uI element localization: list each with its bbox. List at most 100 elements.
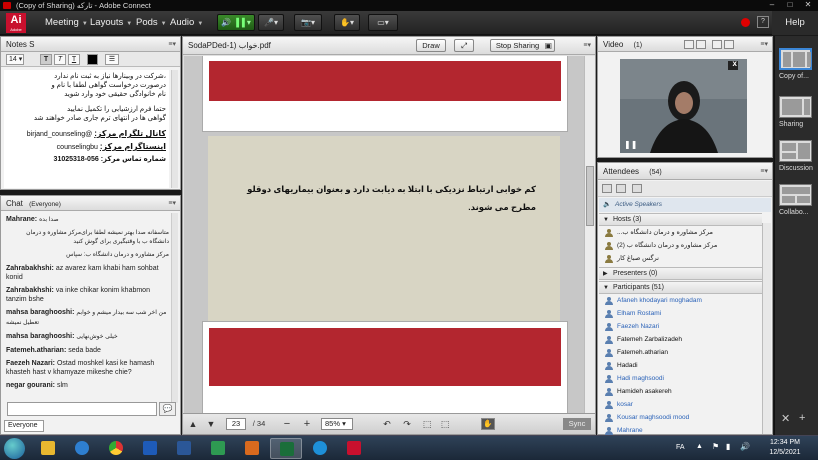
tray-up-arrow-icon[interactable]: ▲ [696,443,703,450]
menu-meeting[interactable]: Meeting ▼ [45,11,88,35]
attendees-scrollbar[interactable] [762,223,771,434]
attendee-participant[interactable]: Hamideh asakereh [599,386,762,398]
video-pause-button[interactable]: ❚❚ [624,140,637,149]
menu-pods[interactable]: Pods ▼ [136,11,167,35]
clock-time[interactable]: 12:34 PM [764,439,806,446]
help-menu[interactable]: Help [772,11,818,35]
help-icon[interactable]: ? [757,16,769,28]
minimize-button[interactable]: – [763,0,781,11]
share-screen-button[interactable]: ▭▾ [368,14,398,31]
chat-send-button[interactable]: 💬 [159,402,176,416]
text-color-button[interactable] [87,54,98,65]
attendee-participant[interactable]: Fatemeh.atharian [599,347,762,359]
zoom-select[interactable]: 85% ▾ [321,418,353,430]
draw-button[interactable]: Draw [416,39,446,52]
chat-recipient-select[interactable]: Everyone [4,420,44,432]
close-button[interactable]: ✕ [799,0,817,11]
page-number-input[interactable]: 23 [226,418,246,430]
fit-width-icon[interactable]: ⬚ [421,418,433,430]
attendee-participant[interactable]: Fatemeh Zarbalizadeh [599,334,762,346]
bullet-list-button[interactable]: ☰ [105,54,119,65]
fit-page-icon[interactable]: ⬚ [439,418,451,430]
hosts-section[interactable]: ▼ Hosts (3) [599,213,762,226]
flag-icon[interactable]: ⚑ [712,442,719,451]
bold-button[interactable]: T [40,54,52,65]
video-feed[interactable]: ❚❚ x [620,59,747,153]
pointer-tool-button[interactable]: ✋ [481,418,495,430]
taskbar-media-player[interactable] [66,438,98,459]
notes-scrollbar[interactable] [171,70,178,188]
recording-status-icon[interactable] [741,18,750,27]
document-scrollbar[interactable] [584,56,595,414]
menu-layouts[interactable]: Layouts ▼ [90,11,132,35]
share-menu-icon[interactable]: ≡▾ [583,37,591,55]
microphone-button[interactable]: 🎤▾ [258,14,284,31]
chat-menu-icon[interactable]: ≡▾ [168,196,176,211]
layout-collaboration[interactable]: Collabo... [779,184,815,216]
volume-icon[interactable]: 🔊 [740,442,750,451]
underline-button[interactable]: T [68,54,80,65]
fullscreen-icon[interactable] [724,40,734,49]
video-close-button[interactable]: x [733,59,737,68]
attendee-participant[interactable]: kosar [599,399,762,411]
start-button[interactable] [4,438,25,459]
attendee-participant[interactable]: Hadadi [599,360,762,372]
notes-menu-icon[interactable]: ≡▾ [168,37,176,52]
stop-sharing-button[interactable]: Stop Sharing ▣ [490,39,555,52]
attendee-host[interactable]: مرکز مشاوره و درمان دانشگاه ب (2) [599,240,762,252]
breakout-icon[interactable] [616,184,626,193]
speaker-button[interactable]: 🔊 ▐▐ ▾ [217,14,255,31]
settings-icon[interactable] [712,40,722,49]
taskbar-app-green[interactable] [202,438,234,459]
add-layout-icon[interactable]: + [799,412,805,424]
attendee-participant[interactable]: Hadi maghsoodi [599,373,762,385]
zoom-out-icon[interactable]: − [281,418,293,430]
zoom-in-icon[interactable]: + [301,418,313,430]
taskbar-explorer[interactable] [32,438,64,459]
list-view-icon[interactable] [602,184,612,193]
redo-icon[interactable]: ↷ [401,418,413,430]
layout-sharing[interactable]: Sharing [779,96,815,128]
chat-scrollbar[interactable] [171,213,178,403]
sync-button[interactable]: Sync [563,418,591,430]
document-scroll-thumb[interactable] [586,166,594,226]
menu-audio[interactable]: Audio ▼ [170,11,203,35]
taskbar-app-blue[interactable] [134,438,166,459]
language-indicator[interactable]: FA [676,444,685,451]
document-view[interactable]: کم خوابی ارتباط نزدیکی با ابتلا به دیابت… [184,56,584,414]
status-icon[interactable] [632,184,642,193]
layout-copy-of[interactable]: Copy of... [779,48,815,80]
taskbar-adobe-connect[interactable] [270,438,302,459]
tools-icon[interactable]: ✕ [781,412,790,425]
attendee-participant[interactable]: Afaneh khodayari moghadam [599,295,762,307]
attendee-host[interactable]: نرگس صباغ کار [599,253,762,265]
taskbar-adobe-red[interactable] [338,438,370,459]
fullscreen-button[interactable]: ⤢ [454,39,474,52]
participants-section[interactable]: ▼ Participants (51) [599,281,762,294]
taskbar-chrome[interactable] [100,438,132,459]
video-menu-icon[interactable]: ≡▾ [760,37,768,52]
chat-input[interactable] [7,402,157,416]
taskbar-app-orange[interactable] [236,438,268,459]
maximize-button[interactable]: □ [781,0,799,11]
attendee-participant[interactable]: Kousar maghsoodi mood [599,412,762,424]
taskbar-word[interactable] [168,438,200,459]
presenters-section[interactable]: ▶ Presenters (0) [599,267,762,280]
next-page-icon[interactable]: ▼ [205,418,217,430]
italic-button[interactable]: T [54,54,66,65]
filmstrip-view-icon[interactable] [696,40,706,49]
font-size-select[interactable]: 14 ▾ [6,54,24,65]
notes-content[interactable]: ،شرکت در وبینارها نیاز به ثبت نام ندارد … [4,70,169,188]
attendee-host[interactable]: مرکز مشاوره و درمان دانشگاه ب... [599,227,762,239]
undo-icon[interactable]: ↶ [381,418,393,430]
layout-discussion[interactable]: Discussion [779,140,815,172]
attendee-participant[interactable]: Elham Rostami [599,308,762,320]
prev-page-icon[interactable]: ▲ [187,418,199,430]
taskbar-skype[interactable] [304,438,336,459]
raise-hand-button[interactable]: ✋▾ [334,14,360,31]
network-icon[interactable]: ▮ [726,442,730,451]
webcam-button[interactable]: 📷▾ [294,14,322,31]
attendees-menu-icon[interactable]: ≡▾ [760,163,768,180]
attendee-participant[interactable]: Faezeh Nazari [599,321,762,333]
grid-view-icon[interactable] [684,40,694,49]
